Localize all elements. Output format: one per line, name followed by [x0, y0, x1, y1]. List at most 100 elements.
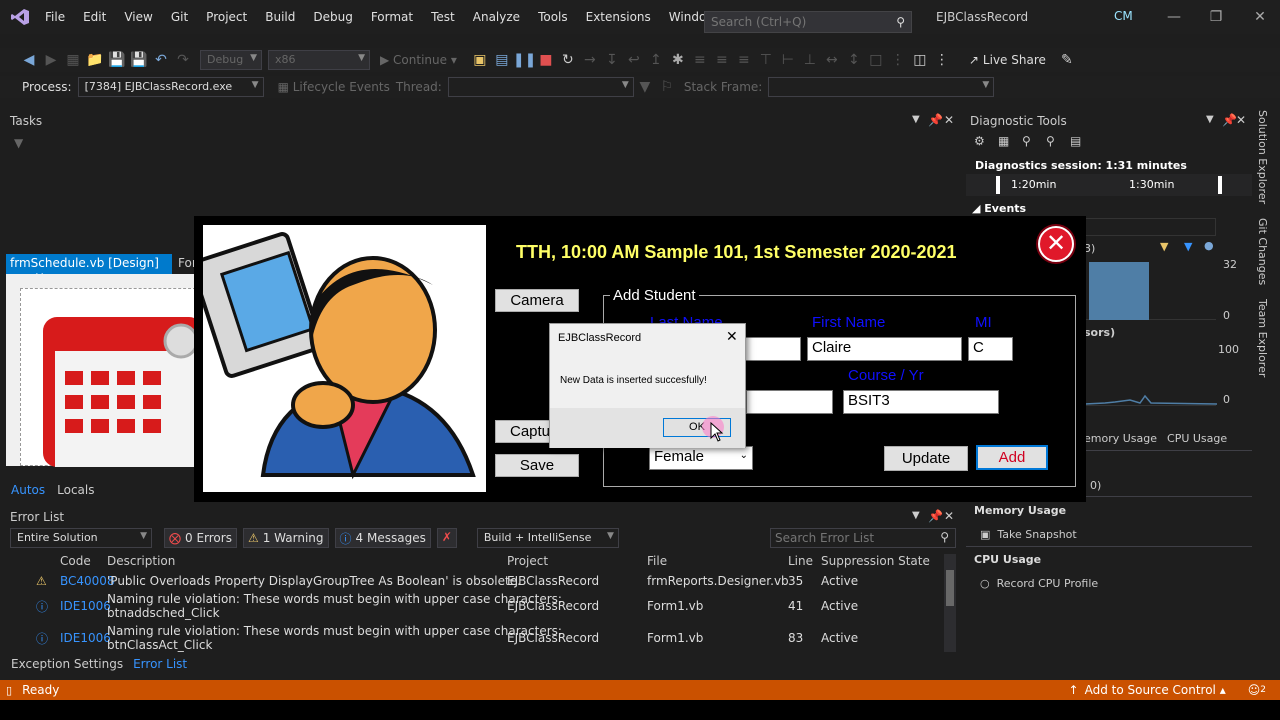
step-out-icon[interactable]: ↥: [645, 52, 667, 68]
event-marker-icon[interactable]: ▼: [1184, 240, 1192, 253]
panel-dropdown-icon[interactable]: ▼: [1206, 114, 1214, 125]
pin-icon[interactable]: 📌: [928, 509, 943, 523]
panel-dropdown-icon[interactable]: ▼: [912, 510, 920, 521]
zoom-in-icon[interactable]: ⚲: [1022, 134, 1046, 148]
column-description[interactable]: Description: [107, 554, 175, 568]
tab-locals[interactable]: Locals: [57, 483, 94, 497]
menu-tools[interactable]: Tools: [529, 0, 577, 34]
align-top-icon[interactable]: ⊤: [755, 52, 777, 68]
live-share-button[interactable]: ↗ Live Share: [969, 53, 1046, 67]
tab-order-icon[interactable]: ◫: [909, 52, 931, 68]
tab-autos[interactable]: Autos: [11, 483, 45, 497]
save-button[interactable]: Save: [495, 454, 579, 477]
user-avatar[interactable]: CM: [1114, 9, 1136, 27]
table-row[interactable]: ⓘ IDE1006 Naming rule violation: These w…: [6, 592, 946, 622]
menu-debug[interactable]: Debug: [304, 0, 361, 34]
error-search-input[interactable]: [771, 529, 921, 547]
tab-frmschedule-design[interactable]: frmSchedule.vb [Design] ⊢ ✕: [6, 254, 172, 284]
save-icon[interactable]: 💾: [106, 52, 128, 68]
save-all-icon[interactable]: 💾: [128, 52, 150, 68]
tab-solution-explorer[interactable]: Solution Explorer: [1256, 110, 1269, 204]
restart-icon[interactable]: ↻: [557, 52, 579, 68]
timeline-ruler[interactable]: 1:20min 1:30min: [966, 174, 1252, 196]
back-arrow-icon[interactable]: ◀: [18, 52, 40, 68]
break-all-icon[interactable]: ❚❚: [513, 52, 536, 68]
filter-icon[interactable]: ▼: [14, 136, 23, 150]
step-over-icon[interactable]: ↩: [623, 52, 645, 68]
continue-button[interactable]: ▶ Continue ▾: [380, 53, 457, 67]
align-middle-icon[interactable]: ⊢: [777, 52, 799, 68]
menu-format[interactable]: Format: [362, 0, 422, 34]
app-close-icon[interactable]: ✕: [1038, 226, 1074, 262]
column-line[interactable]: Line: [788, 554, 813, 568]
pin-icon[interactable]: 📌: [1222, 113, 1237, 127]
toolbar-overflow-icon[interactable]: ⋮: [931, 52, 953, 68]
event-marker-icon[interactable]: ●: [1204, 239, 1214, 252]
table-row[interactable]: ⓘ IDE1006 Naming rule violation: These w…: [6, 624, 946, 654]
close-icon[interactable]: ✕: [1236, 113, 1246, 127]
zoom-out-icon[interactable]: ⚲: [1046, 134, 1070, 148]
course-field[interactable]: BSIT3: [843, 390, 999, 414]
flag-icon[interactable]: ⚐: [656, 79, 678, 95]
align-right-icon[interactable]: ≡: [733, 52, 755, 68]
tab-git-changes[interactable]: Git Changes: [1256, 218, 1269, 285]
table-row[interactable]: ⚠ BC40008 'Public Overloads Property Dis…: [6, 574, 946, 594]
reset-zoom-icon[interactable]: ▤: [1070, 134, 1094, 148]
restore-icon[interactable]: ❐: [1196, 0, 1236, 34]
pin-icon[interactable]: 📌: [928, 113, 943, 127]
close-icon[interactable]: ✕: [944, 509, 954, 523]
menu-file[interactable]: File: [36, 0, 74, 34]
step-into-icon[interactable]: ↧: [601, 52, 623, 68]
filter-icon[interactable]: ▼: [634, 79, 656, 95]
align-bottom-icon[interactable]: ⊥: [799, 52, 821, 68]
first-name-field[interactable]: Claire: [807, 337, 962, 361]
close-icon[interactable]: ✕: [1240, 0, 1280, 34]
scrollbar-thumb[interactable]: [946, 570, 954, 606]
thread-select[interactable]: ▼: [447, 77, 634, 97]
export-icon[interactable]: ▦: [998, 134, 1022, 148]
stop-icon[interactable]: ■: [535, 52, 557, 68]
column-project[interactable]: Project: [507, 554, 548, 568]
column-code[interactable]: Code: [60, 554, 91, 568]
add-button[interactable]: Add: [976, 445, 1048, 470]
minimize-icon[interactable]: —: [1154, 0, 1194, 34]
tab-team-explorer[interactable]: Team Explorer: [1256, 299, 1269, 377]
new-project-icon[interactable]: ▦: [62, 52, 84, 68]
error-list-scrollbar[interactable]: [944, 554, 956, 652]
tab-memory-usage[interactable]: emory Usage: [1084, 432, 1157, 445]
configuration-select[interactable]: Debug ▼: [200, 50, 262, 70]
camera-button[interactable]: Camera: [495, 289, 579, 312]
form-designer-surface[interactable]: [6, 274, 197, 467]
tab-error-list[interactable]: Error List: [133, 657, 187, 671]
gear-icon[interactable]: ⚙: [974, 134, 998, 148]
event-marker-icon[interactable]: ▼: [1160, 240, 1168, 253]
align-left-icon[interactable]: ≡: [689, 52, 711, 68]
hot-reload-icon[interactable]: ✱: [667, 52, 689, 68]
menu-build[interactable]: Build: [256, 0, 304, 34]
show-next-icon[interactable]: →: [579, 52, 601, 68]
size-height-icon[interactable]: ↕: [843, 52, 865, 68]
tab-cpu-usage[interactable]: CPU Usage: [1167, 432, 1227, 445]
spacing-icon[interactable]: ⋮: [887, 52, 909, 68]
update-button[interactable]: Update: [884, 446, 968, 471]
attach-icon[interactable]: ▣: [469, 52, 491, 68]
align-center-icon[interactable]: ≡: [711, 52, 733, 68]
add-to-source-control-button[interactable]: Add to Source Control ▴: [1085, 683, 1226, 697]
messages-filter-button[interactable]: ⓘ 4 Messages: [334, 528, 431, 548]
redo-icon[interactable]: ↷: [172, 52, 194, 68]
menu-analyze[interactable]: Analyze: [464, 0, 529, 34]
timeline-end-handle[interactable]: [1218, 176, 1222, 194]
stack-frame-select[interactable]: ▼: [768, 77, 995, 97]
size-both-icon[interactable]: □: [865, 52, 887, 68]
close-icon[interactable]: ✕: [944, 113, 954, 127]
id-number-field[interactable]: [746, 390, 833, 414]
clear-filter-icon[interactable]: ✗: [436, 528, 457, 548]
process-select[interactable]: [7384] EJBClassRecord.exe ▼: [77, 77, 264, 97]
scope-select[interactable]: Entire Solution ▼: [10, 528, 152, 548]
errors-filter-button[interactable]: ⨂ 0 Errors: [164, 528, 237, 548]
menu-extensions[interactable]: Extensions: [577, 0, 660, 34]
capture-button[interactable]: Captu: [495, 420, 555, 443]
lifecycle-events-button[interactable]: ▦ Lifecycle Events: [278, 80, 390, 94]
search-box[interactable]: ⚲: [704, 11, 912, 33]
column-suppression-state[interactable]: Suppression State: [821, 554, 930, 568]
